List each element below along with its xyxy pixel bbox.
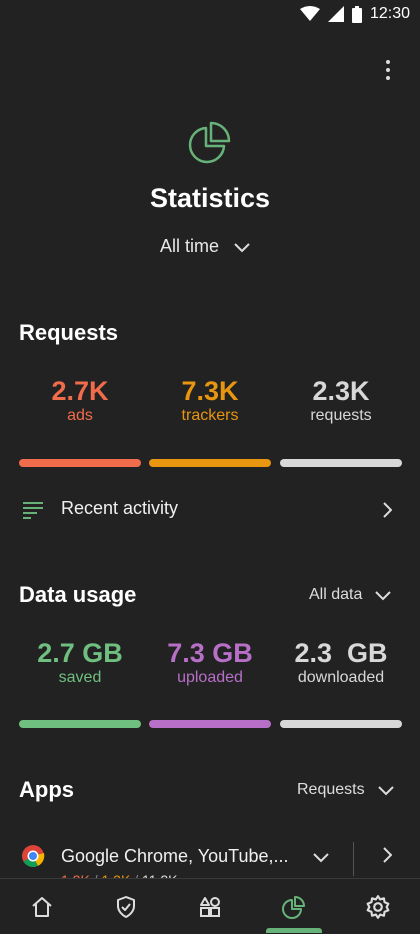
recent-activity-label: Recent activity: [61, 498, 179, 518]
status-bar: 12:30: [0, 0, 420, 28]
bottom-nav: [0, 878, 420, 934]
uploaded-bar: [149, 720, 271, 728]
status-time: 12:30: [369, 5, 410, 22]
downloaded-label: downloaded: [297, 669, 385, 686]
list-icon: [23, 502, 43, 519]
pie-chart-icon: [188, 121, 231, 164]
apps-title: Apps: [19, 777, 74, 802]
ads-stat: 2.7K ads: [19, 376, 141, 426]
chevron-down-icon[interactable]: [312, 851, 330, 863]
data-filter-label: All data: [309, 586, 363, 603]
chrome-icon: [22, 845, 45, 867]
ads-bar: [19, 459, 141, 467]
trackers-bar: [149, 459, 271, 467]
saved-label: saved: [58, 669, 102, 686]
uploaded-label: uploaded: [177, 669, 243, 686]
saved-value: 2.7 GB: [37, 638, 123, 668]
statistics-icon: [282, 895, 305, 919]
chevron-down-icon: [234, 242, 250, 252]
active-tab-indicator: [266, 928, 322, 933]
requests-value: 2.3K: [312, 376, 370, 406]
nav-settings[interactable]: [350, 879, 406, 934]
requests-stat: 2.3K requests: [280, 376, 402, 426]
chevron-right-icon: [383, 502, 392, 518]
divider: [353, 842, 354, 876]
trackers-label: trackers: [181, 407, 239, 424]
data-filter-dropdown[interactable]: All data: [309, 586, 392, 604]
app-name: Google Chrome, YouTube,...: [61, 846, 289, 866]
trackers-stat: 7.3K trackers: [149, 376, 271, 426]
app-list-item[interactable]: Google Chrome, YouTube,... 1.2K / 1.3K /…: [0, 836, 420, 880]
status-icons: 12:30: [299, 5, 410, 23]
apps-sort-label: Requests: [297, 781, 365, 798]
settings-icon: [366, 894, 390, 919]
recent-activity-row[interactable]: Recent activity: [0, 486, 420, 534]
ads-label: ads: [67, 407, 93, 424]
ads-value: 2.7K: [51, 376, 109, 406]
nav-apps[interactable]: [182, 879, 238, 934]
downloaded-stat: 2.3 GB downloaded: [280, 638, 402, 688]
uploaded-value: 7.3 GB: [167, 638, 253, 668]
data-usage-title: Data usage: [19, 582, 137, 607]
apps-sort-dropdown[interactable]: Requests: [297, 781, 395, 799]
chevron-down-icon: [377, 786, 394, 796]
trackers-value: 7.3K: [181, 376, 239, 406]
page-title: Statistics: [149, 183, 271, 213]
downloaded-value: 2.3 GB: [294, 638, 388, 668]
chevron-down-icon: [375, 591, 392, 601]
saved-bar: [19, 720, 141, 728]
requests-bar: [280, 459, 402, 467]
home-icon: [32, 896, 52, 917]
requests-label: requests: [310, 407, 372, 424]
wifi-icon: [299, 6, 320, 21]
more-dot: [386, 68, 390, 72]
saved-stat: 2.7 GB saved: [19, 638, 141, 688]
more-dot: [386, 60, 390, 64]
chevron-right-icon[interactable]: [382, 847, 392, 863]
shield-icon: [117, 895, 135, 918]
period-label: All time: [160, 236, 220, 256]
nav-statistics[interactable]: [266, 879, 322, 934]
apps-icon: [200, 896, 220, 917]
uploaded-stat: 7.3 GB uploaded: [149, 638, 271, 688]
requests-title: Requests: [19, 320, 119, 345]
period-dropdown[interactable]: All time: [160, 236, 251, 257]
downloaded-bar: [280, 720, 402, 728]
more-options-button[interactable]: [376, 58, 400, 82]
signal-icon: [327, 6, 344, 22]
nav-protection[interactable]: [98, 879, 154, 934]
battery-icon: [351, 5, 362, 23]
more-dot: [386, 76, 390, 80]
nav-home[interactable]: [14, 879, 70, 934]
